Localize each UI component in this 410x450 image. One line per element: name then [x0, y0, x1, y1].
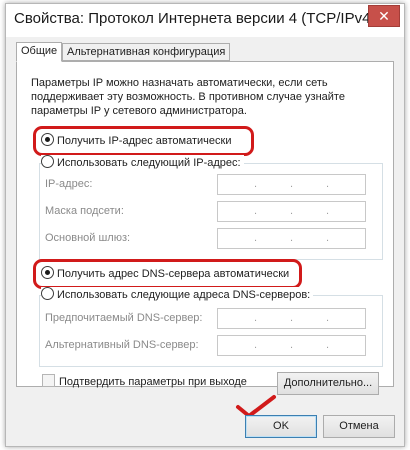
title-bar: Свойства: Протокол Интернета версии 4 (T…: [6, 4, 404, 37]
radio-ip-manual-indicator: [41, 155, 54, 168]
highlight-dns-auto: [33, 259, 302, 289]
ip-address-label: IP-адрес:: [45, 178, 93, 190]
default-gateway-input[interactable]: ...: [217, 228, 366, 249]
radio-ip-manual-label: Использовать следующий IP-адрес:: [57, 157, 241, 169]
preferred-dns-label: Предпочитаемый DNS-сервер:: [45, 312, 203, 324]
tab-alternate-config[interactable]: Альтернативная конфигурация: [62, 43, 231, 61]
validate-settings-label: Подтвердить параметры при выходе: [59, 376, 247, 388]
alternate-dns-input[interactable]: ...: [217, 335, 366, 356]
validate-settings-box: [42, 374, 55, 387]
tab-general-label: Общие: [21, 45, 58, 57]
ok-button[interactable]: OK: [245, 415, 317, 438]
dialog-window: Свойства: Протокол Интернета версии 4 (T…: [5, 3, 405, 447]
radio-dns-manual-indicator: [41, 287, 54, 300]
ip-address-input[interactable]: ...: [217, 174, 366, 195]
close-button[interactable]: ✕: [368, 5, 400, 27]
tab-alternate-config-label: Альтернативная конфигурация: [67, 46, 226, 58]
tab-general[interactable]: Общие: [16, 42, 63, 62]
advanced-button[interactable]: Дополнительно...: [277, 372, 379, 395]
validate-settings-checkbox[interactable]: Подтвердить параметры при выходе: [42, 374, 247, 390]
default-gateway-label: Основной шлюз:: [45, 232, 131, 244]
subnet-mask-label: Маска подсети:: [45, 205, 124, 217]
subnet-mask-input[interactable]: ...: [217, 201, 366, 222]
alternate-dns-label: Альтернативный DNS-сервер:: [45, 339, 199, 351]
radio-dns-manual-label: Использовать следующие адреса DNS-сервер…: [57, 289, 311, 301]
cancel-button[interactable]: Отмена: [323, 415, 395, 438]
general-tab-panel: Параметры IP можно назначать автоматичес…: [16, 61, 394, 387]
radio-ip-manual[interactable]: Использовать следующий IP-адрес:: [41, 155, 244, 171]
radio-dns-manual[interactable]: Использовать следующие адреса DNS-сервер…: [41, 287, 314, 303]
window-title: Свойства: Протокол Интернета версии 4 (T…: [14, 10, 376, 27]
dns-server-group: [39, 295, 383, 367]
preferred-dns-input[interactable]: ...: [217, 308, 366, 329]
description-text: Параметры IP можно назначать автоматичес…: [31, 77, 345, 117]
close-icon: ✕: [378, 8, 390, 24]
highlight-ip-auto: [33, 126, 254, 156]
